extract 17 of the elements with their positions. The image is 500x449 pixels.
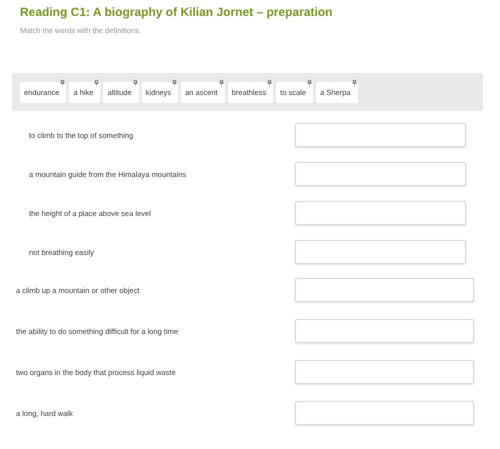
exercise-title: Reading C1: A biography of Kilian Jornet – preparation bbox=[20, 4, 334, 20]
pin-icon bbox=[307, 80, 312, 86]
answer-box[interactable] bbox=[295, 401, 474, 426]
pin-icon bbox=[352, 80, 357, 86]
answer-box[interactable] bbox=[295, 240, 466, 264]
answer-box[interactable] bbox=[295, 162, 466, 186]
pin-icon bbox=[218, 80, 224, 86]
answer-box[interactable] bbox=[295, 319, 474, 344]
answer-box[interactable] bbox=[295, 360, 474, 384]
pin-icon bbox=[94, 80, 100, 86]
pin-icon bbox=[267, 80, 272, 86]
pin-icon bbox=[60, 80, 66, 86]
answer-box[interactable] bbox=[295, 123, 466, 148]
pin-icon bbox=[132, 80, 138, 86]
answer-box[interactable] bbox=[295, 201, 466, 226]
answer-box[interactable] bbox=[295, 278, 474, 302]
pin-icon bbox=[172, 80, 178, 86]
